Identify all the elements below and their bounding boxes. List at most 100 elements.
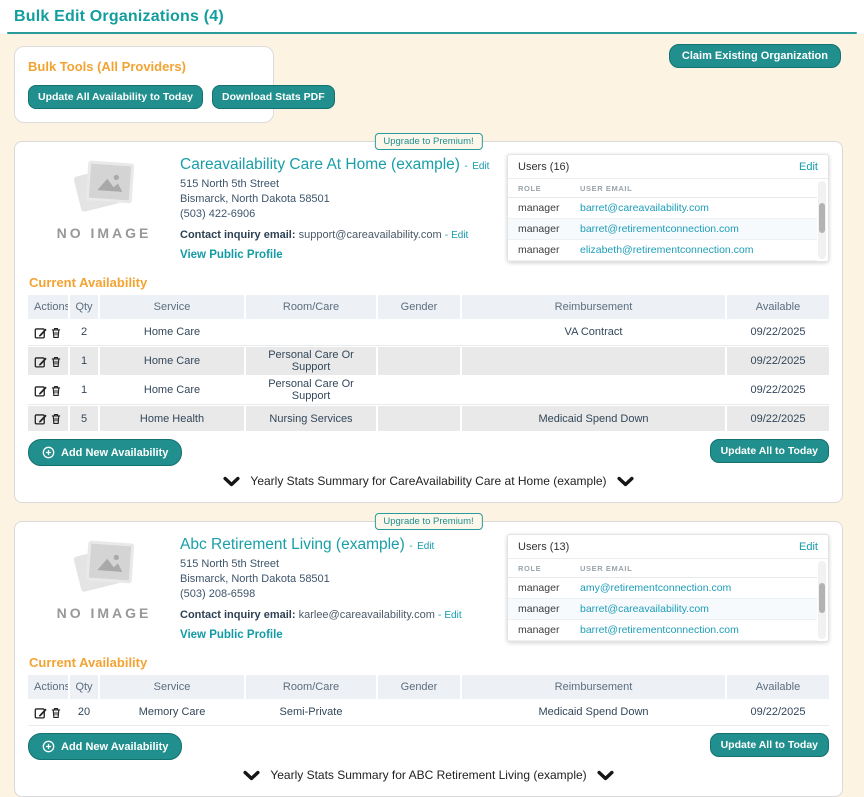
- current-availability-title: Current Availability: [29, 275, 829, 290]
- bulk-tools-card: Bulk Tools (All Providers) Update All Av…: [14, 46, 274, 123]
- delete-availability-icon[interactable]: [50, 412, 62, 425]
- availability-actions-row: Add New Availability Update All to Today: [28, 439, 829, 466]
- page-title: Bulk Edit Organizations (4): [14, 8, 850, 26]
- bulk-tools-title: Bulk Tools (All Providers): [28, 59, 260, 74]
- users-table-header: ROLE USER EMAIL: [508, 179, 817, 198]
- scrollbar-thumb[interactable]: [819, 583, 825, 613]
- add-new-availability-button[interactable]: Add New Availability: [28, 439, 182, 466]
- contact-inquiry-label: Contact inquiry email:: [180, 609, 296, 621]
- users-panel-title: Users (13): [518, 541, 569, 553]
- org-phone: (503) 208-6598: [180, 587, 507, 602]
- users-panel-title: Users (16): [518, 161, 569, 173]
- users-scrollbar[interactable]: [818, 561, 826, 639]
- users-panel: Users (16) Edit ROLE USER EMAIL manager …: [507, 154, 829, 262]
- no-image-placeholder: NO IMAGE: [28, 152, 180, 241]
- contact-email-edit-link[interactable]: Edit: [444, 610, 461, 621]
- current-availability-title: Current Availability: [29, 655, 829, 670]
- user-email-link[interactable]: amy@retirementconnection.com: [580, 582, 731, 594]
- yearly-stats-label: Yearly Stats Summary for CareAvailabilit…: [250, 474, 606, 488]
- page-content: Bulk Tools (All Providers) Update All Av…: [0, 34, 864, 797]
- org-summary-row: NO IMAGE Abc Retirement Living (example)…: [28, 532, 829, 643]
- update-all-to-today-button[interactable]: Update All to Today: [710, 439, 829, 463]
- user-email-link[interactable]: barret@careavailability.com: [580, 603, 709, 615]
- photo-icon: [71, 160, 137, 218]
- user-row: manager barret@retirementconnection.com: [508, 219, 817, 240]
- claim-existing-organization-button[interactable]: Claim Existing Organization: [669, 44, 841, 68]
- org-card: Upgrade to Premium! NO IMAGE Careavail: [14, 141, 843, 503]
- org-name-link[interactable]: Careavailability Care At Home (example): [180, 156, 460, 173]
- add-new-availability-button[interactable]: Add New Availability: [28, 733, 182, 760]
- org-summary-row: NO IMAGE Careavailability Care At Home (…: [28, 152, 829, 263]
- chevron-down-icon: [597, 770, 614, 781]
- contact-email-edit-link[interactable]: Edit: [451, 230, 468, 241]
- plus-circle-icon: [42, 740, 55, 753]
- chevron-down-icon: [617, 476, 634, 487]
- org-edit-link[interactable]: Edit: [417, 541, 434, 552]
- users-scrollbar[interactable]: [818, 181, 826, 259]
- no-image-label: NO IMAGE: [28, 605, 180, 621]
- org-info: Abc Retirement Living (example) - Edit 5…: [180, 532, 507, 643]
- availability-row: 20 Memory Care Semi-Private Medicaid Spe…: [28, 699, 829, 726]
- user-email-link[interactable]: barret@retirementconnection.com: [580, 624, 739, 636]
- org-phone: (503) 422-6906: [180, 207, 507, 222]
- org-address-street: 515 North 5th Street: [180, 177, 507, 192]
- edit-availability-icon[interactable]: [34, 326, 47, 339]
- org-address-city: Bismarck, North Dakota 58501: [180, 192, 507, 207]
- no-image-label: NO IMAGE: [28, 225, 180, 241]
- user-email-link[interactable]: elizabeth@retirementconnection.com: [580, 244, 754, 256]
- edit-availability-icon[interactable]: [34, 412, 47, 425]
- users-table-header: ROLE USER EMAIL: [508, 559, 817, 578]
- delete-availability-icon[interactable]: [50, 326, 62, 339]
- availability-actions-row: Add New Availability Update All to Today: [28, 733, 829, 760]
- upgrade-premium-badge[interactable]: Upgrade to Premium!: [374, 513, 482, 530]
- user-row: manager amy@retirementconnection.com: [508, 578, 817, 599]
- view-public-profile-link[interactable]: View Public Profile: [180, 249, 283, 261]
- availability-header-row: Actions Qty Service Room/Care Gender Rei…: [28, 675, 829, 699]
- view-public-profile-link[interactable]: View Public Profile: [180, 629, 283, 641]
- user-row: manager barret@careavailability.com: [508, 198, 817, 219]
- download-stats-pdf-button[interactable]: Download Stats PDF: [212, 85, 335, 109]
- user-email-link[interactable]: barret@retirementconnection.com: [580, 223, 739, 235]
- org-address-city: Bismarck, North Dakota 58501: [180, 572, 507, 587]
- yearly-stats-label: Yearly Stats Summary for ABC Retirement …: [270, 768, 586, 782]
- users-edit-link[interactable]: Edit: [799, 161, 818, 173]
- user-row: manager barret@careavailability.com: [508, 599, 817, 620]
- contact-inquiry-email: karlee@careavailability.com: [299, 609, 435, 621]
- users-edit-link[interactable]: Edit: [799, 541, 818, 553]
- upgrade-premium-badge[interactable]: Upgrade to Premium!: [374, 133, 482, 150]
- contact-inquiry-row: Contact inquiry email: support@careavail…: [180, 229, 507, 241]
- plus-circle-icon: [42, 446, 55, 459]
- contact-inquiry-email: support@careavailability.com: [299, 229, 442, 241]
- page-header: Bulk Edit Organizations (4): [0, 0, 864, 30]
- users-panel: Users (13) Edit ROLE USER EMAIL manager …: [507, 534, 829, 642]
- yearly-stats-toggle[interactable]: Yearly Stats Summary for ABC Retirement …: [28, 760, 829, 792]
- contact-inquiry-row: Contact inquiry email: karlee@careavaila…: [180, 609, 507, 621]
- chevron-down-icon: [243, 770, 260, 781]
- delete-availability-icon[interactable]: [50, 355, 62, 368]
- yearly-stats-toggle[interactable]: Yearly Stats Summary for CareAvailabilit…: [28, 466, 829, 498]
- no-image-placeholder: NO IMAGE: [28, 532, 180, 621]
- delete-availability-icon[interactable]: [50, 384, 62, 397]
- org-info: Careavailability Care At Home (example) …: [180, 152, 507, 263]
- update-all-availability-button[interactable]: Update All Availability to Today: [28, 85, 203, 109]
- bulk-tools-buttons: Update All Availability to Today Downloa…: [28, 85, 260, 109]
- user-row: manager elizabeth@retirementconnection.c…: [508, 240, 817, 261]
- org-edit-link[interactable]: Edit: [472, 161, 489, 172]
- availability-table: Actions Qty Service Room/Care Gender Rei…: [28, 675, 829, 726]
- org-address-street: 515 North 5th Street: [180, 557, 507, 572]
- availability-row: 1 Home Care Personal Care Or Support 09/…: [28, 346, 829, 376]
- edit-availability-icon[interactable]: [34, 355, 47, 368]
- availability-header-row: Actions Qty Service Room/Care Gender Rei…: [28, 295, 829, 319]
- update-all-to-today-button[interactable]: Update All to Today: [710, 733, 829, 757]
- photo-icon: [71, 540, 137, 598]
- chevron-down-icon: [223, 476, 240, 487]
- delete-availability-icon[interactable]: [50, 706, 62, 719]
- scrollbar-thumb[interactable]: [819, 203, 825, 233]
- edit-availability-icon[interactable]: [34, 706, 47, 719]
- user-email-link[interactable]: barret@careavailability.com: [580, 202, 709, 214]
- edit-availability-icon[interactable]: [34, 384, 47, 397]
- org-name-link[interactable]: Abc Retirement Living (example): [180, 536, 405, 553]
- contact-inquiry-label: Contact inquiry email:: [180, 229, 296, 241]
- top-row: Bulk Tools (All Providers) Update All Av…: [14, 46, 843, 123]
- user-row: manager barret@retirementconnection.com: [508, 620, 817, 641]
